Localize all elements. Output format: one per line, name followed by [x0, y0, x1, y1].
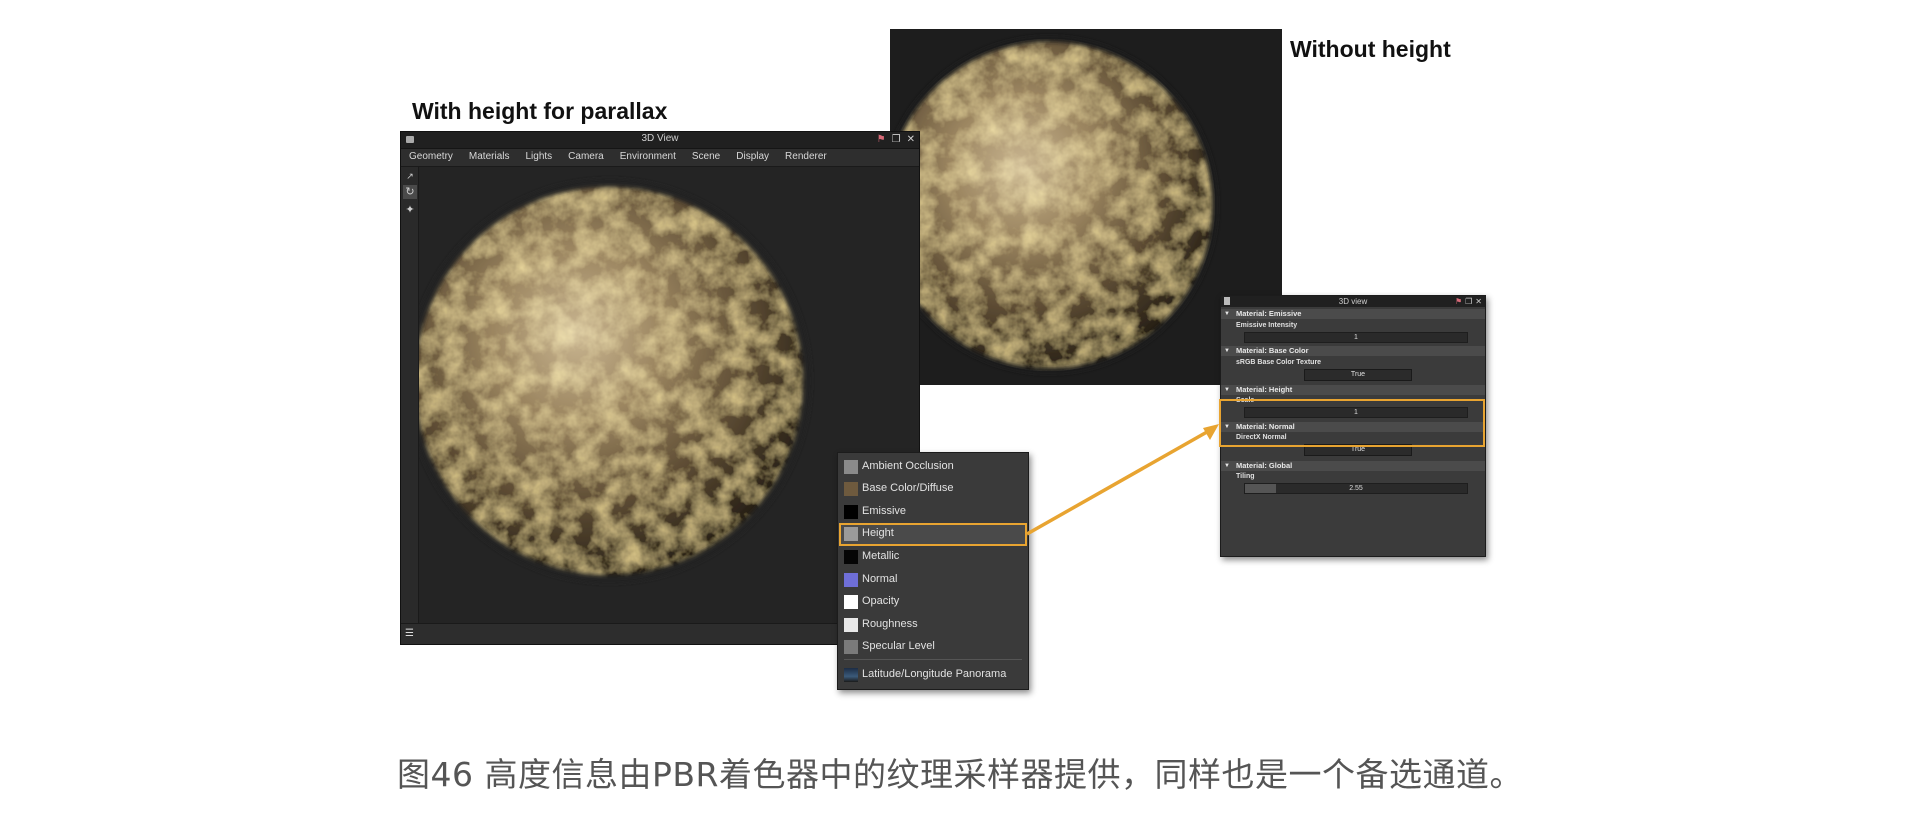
- menu-lights[interactable]: Lights: [525, 149, 560, 166]
- close-icon[interactable]: ✕: [1475, 296, 1482, 307]
- dd-item-label: Normal: [862, 573, 898, 585]
- dd-item-label: Height: [862, 527, 894, 539]
- height-section-highlight: [1219, 399, 1485, 447]
- basecolor-swatch-icon: [844, 482, 858, 496]
- window-titlebar: 3D View ⚑ ❐ ✕: [401, 132, 919, 149]
- dd-item-roughness[interactable]: Roughness: [840, 615, 1026, 636]
- tool-strip: ↗ ↻ ✦: [401, 167, 419, 624]
- menu-scene[interactable]: Scene: [692, 149, 728, 166]
- light-tool-icon[interactable]: ✦: [403, 203, 417, 217]
- collapse-arrow-icon: ▼: [1224, 387, 1230, 393]
- with-height-heading: With height for parallax: [412, 98, 668, 124]
- dd-item-opacity[interactable]: Opacity: [840, 592, 1026, 613]
- dd-item-specular-level[interactable]: Specular Level: [840, 637, 1026, 658]
- dd-item-label: Base Color/Diffuse: [862, 482, 954, 494]
- srgb-texture-label: sRGB Base Color Texture: [1236, 359, 1322, 366]
- emissive-swatch-icon: [844, 505, 858, 519]
- dd-item-label: Ambient Occlusion: [862, 460, 954, 472]
- channel-dropdown: Ambient Occlusion Base Color/Diffuse Emi…: [837, 452, 1029, 690]
- pin-icon[interactable]: ⚑: [1455, 296, 1462, 307]
- dd-item-base-color[interactable]: Base Color/Diffuse: [840, 479, 1026, 500]
- connector-line: [1026, 426, 1215, 536]
- slider-value: 2.55: [1349, 485, 1363, 492]
- dd-item-normal[interactable]: Normal: [840, 570, 1026, 591]
- arrowhead-icon: [1203, 424, 1219, 440]
- panorama-swatch-icon: [844, 668, 858, 682]
- collapse-arrow-icon: ▼: [1224, 463, 1230, 469]
- normal-swatch-icon: [844, 573, 858, 587]
- dd-item-emissive[interactable]: Emissive: [840, 502, 1026, 523]
- height-swatch-icon: [844, 527, 858, 541]
- specular-swatch-icon: [844, 640, 858, 654]
- dd-item-label: Opacity: [862, 595, 900, 607]
- section-base-color-header[interactable]: ▼ Material: Base Color: [1221, 346, 1485, 356]
- pin-icon[interactable]: ⚑: [877, 133, 886, 146]
- dd-item-panorama[interactable]: Latitude/Longitude Panorama: [840, 665, 1026, 686]
- panel-title: 3D view: [1338, 297, 1368, 306]
- menu-geometry[interactable]: Geometry: [409, 149, 461, 166]
- dd-item-metallic[interactable]: Metallic: [840, 547, 1026, 568]
- float-icon[interactable]: ❐: [892, 133, 901, 146]
- figure-caption: 图46 高度信息由PBR着色器中的纹理采样器提供，同样也是一个备选通道。: [397, 755, 1523, 794]
- dropdown-separator: [844, 659, 1022, 660]
- menu-renderer[interactable]: Renderer: [785, 149, 835, 166]
- emissive-intensity-label: Emissive Intensity: [1236, 322, 1298, 329]
- dd-item-label: Metallic: [862, 550, 900, 562]
- section-height-header[interactable]: ▼ Material: Height: [1221, 385, 1485, 395]
- dd-item-label: Roughness: [862, 618, 918, 630]
- section-emissive-header[interactable]: ▼ Material: Emissive: [1221, 309, 1485, 319]
- collapse-arrow-icon: ▼: [1224, 311, 1230, 317]
- rotate-tool-icon[interactable]: ↻: [403, 185, 417, 199]
- dd-item-label: Emissive: [862, 505, 907, 517]
- emissive-intensity-slider[interactable]: 1: [1244, 332, 1468, 343]
- opacity-swatch-icon: [844, 595, 858, 609]
- menu-camera[interactable]: Camera: [568, 149, 612, 166]
- tiling-slider[interactable]: 2.55: [1244, 483, 1468, 494]
- ao-swatch-icon: [844, 460, 858, 474]
- menu-environment[interactable]: Environment: [620, 149, 684, 166]
- window-title: 3D View: [641, 133, 679, 144]
- external-link-icon[interactable]: ↗: [403, 170, 417, 184]
- section-title: Material: Height: [1236, 385, 1293, 394]
- section-title: Material: Base Color: [1236, 346, 1309, 355]
- close-icon[interactable]: ✕: [907, 133, 915, 146]
- dd-item-label: Latitude/Longitude Panorama: [862, 668, 1007, 680]
- section-title: Material: Global: [1236, 461, 1293, 470]
- dd-item-height[interactable]: Height: [839, 523, 1027, 546]
- float-icon[interactable]: ❐: [1465, 296, 1472, 307]
- menu-bar: Geometry Materials Lights Camera Environ…: [401, 149, 919, 167]
- dd-item-label: Specular Level: [862, 640, 935, 652]
- menu-materials[interactable]: Materials: [469, 149, 518, 166]
- dd-item-ambient-occlusion[interactable]: Ambient Occlusion: [840, 457, 1026, 478]
- hierarchy-icon[interactable]: ☰: [405, 628, 414, 639]
- without-height-heading: Without height: [1290, 36, 1451, 62]
- tiling-label: Tiling: [1236, 473, 1255, 480]
- collapse-arrow-icon: ▼: [1224, 348, 1230, 354]
- section-global-header[interactable]: ▼ Material: Global: [1221, 461, 1485, 471]
- menu-display[interactable]: Display: [736, 149, 777, 166]
- srgb-texture-toggle[interactable]: True: [1304, 369, 1412, 381]
- metallic-swatch-icon: [844, 550, 858, 564]
- section-title: Material: Emissive: [1236, 309, 1302, 318]
- slider-value: 1: [1354, 334, 1358, 341]
- panel-titlebar: 3D view ⚑ ❐ ✕: [1221, 296, 1485, 307]
- roughness-swatch-icon: [844, 618, 858, 632]
